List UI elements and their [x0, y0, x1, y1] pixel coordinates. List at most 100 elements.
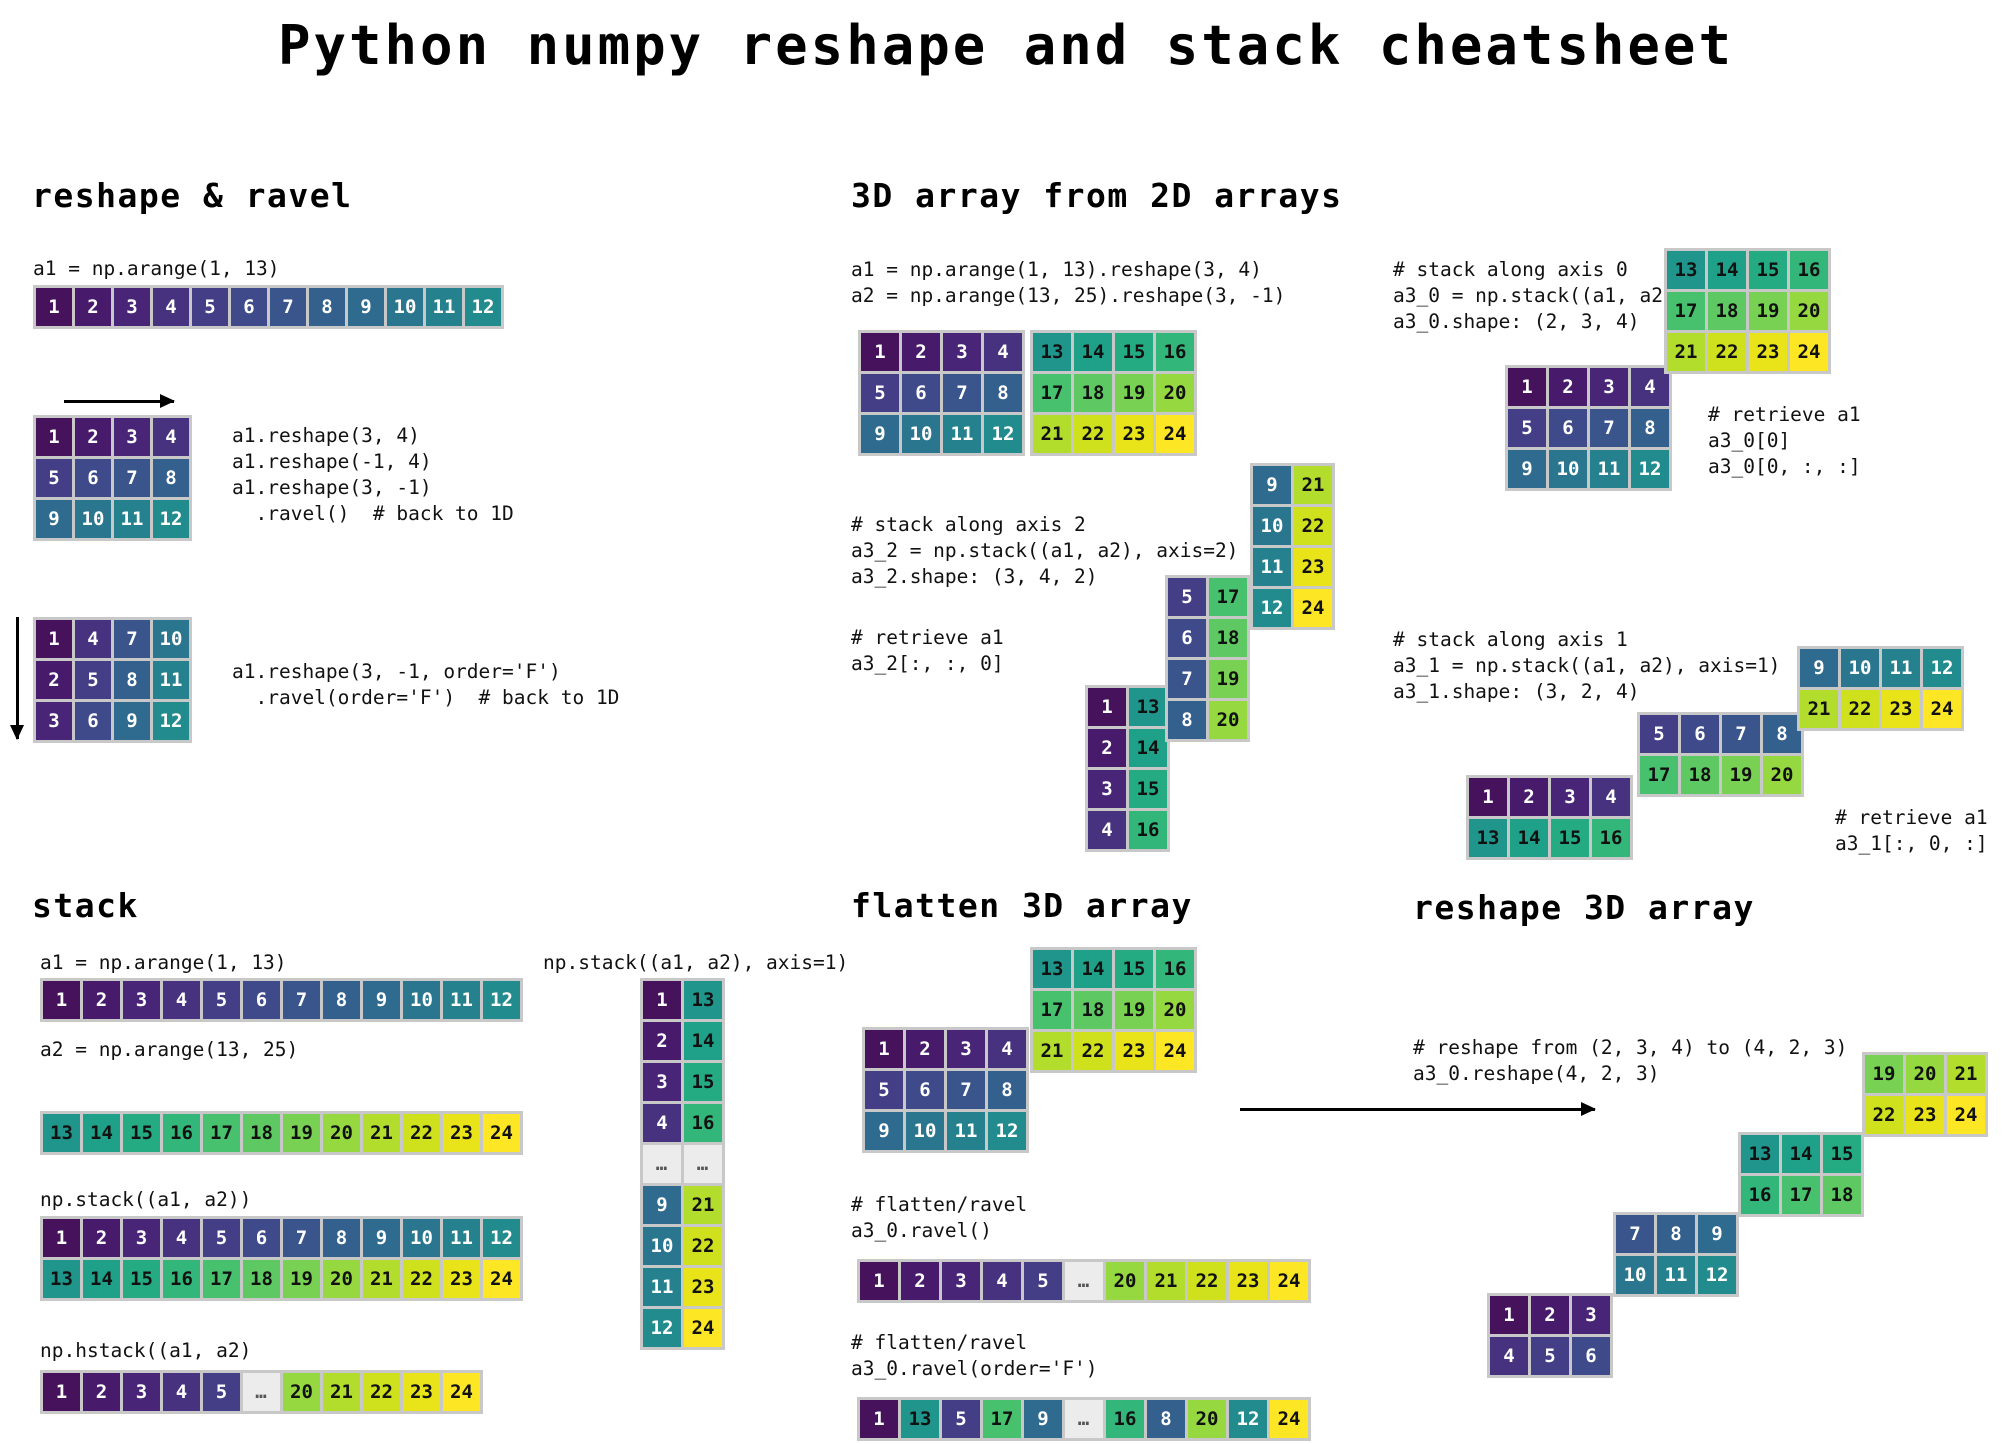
array-cell: 11	[426, 288, 462, 326]
array-cell: 16	[1592, 819, 1630, 857]
array-stack-a1-1d: 1 2 3 4 5 6 7 8 9 10 11 12	[40, 978, 523, 1022]
code-retrieve-a1-axis1: # retrieve a1 a3_1[:, 0, :]	[1835, 806, 1988, 855]
array-axis1-slab-row1: 5 6 7 8 17 18 19 20	[1637, 712, 1804, 797]
array-cell: 6	[1572, 1337, 1610, 1375]
array-cell: 11	[1590, 450, 1628, 488]
array-cell: 21	[1800, 690, 1838, 728]
array-cell: 20	[1156, 991, 1194, 1029]
array-cell: 22	[1865, 1096, 1903, 1134]
array-cell: 2	[1510, 778, 1548, 816]
array-cell: 11	[947, 1112, 985, 1150]
array-cell: 13	[684, 981, 722, 1019]
array-cell: 12	[1923, 649, 1961, 687]
array-cell: 9	[114, 702, 150, 740]
array-cell: 5	[36, 459, 72, 497]
array-cell: 21	[363, 1114, 400, 1152]
array-cell: 18	[243, 1260, 280, 1298]
array-cell: 3	[1590, 368, 1628, 406]
array-cell: 6	[1681, 715, 1719, 753]
array-cell: 23	[1115, 415, 1153, 453]
code-np-hstack: np.hstack((a1, a2)	[40, 1339, 252, 1362]
array-cell: 14	[1074, 333, 1112, 371]
array-cell: 1	[1469, 778, 1507, 816]
array-cell: 7	[270, 288, 306, 326]
code-np-stack: np.stack((a1, a2))	[40, 1188, 252, 1211]
array-cell: 20	[283, 1373, 320, 1411]
array-reshape3d-block3: 19 20 21 22 23 24	[1862, 1052, 1988, 1137]
array-cell: 20	[323, 1114, 360, 1152]
array-cell: 20	[1209, 701, 1247, 739]
array-stack-axis1-column: 1 13 2 14 3 15 4 16…… 9 21 10 22 11 23 12 24	[640, 978, 725, 1350]
array-cell: 10	[1616, 1256, 1654, 1294]
array-cell: 23	[684, 1268, 722, 1306]
array-cell: 14	[684, 1022, 722, 1060]
array-cell: 17	[1209, 578, 1247, 616]
array-cell: 17	[1640, 756, 1678, 794]
array-cell: 15	[1551, 819, 1589, 857]
array-cell: 18	[1823, 1176, 1861, 1214]
array-stack-2x12: 1 2 3 4 5 6 7 8 9 10 11 12 13 14 15 16 17 18 19 20 21 22 23 24	[40, 1216, 523, 1301]
array-cell: 18	[1681, 756, 1719, 794]
array-cell: 4	[1490, 1337, 1528, 1375]
array-cell: 7	[283, 981, 320, 1019]
array-cell: 4	[153, 418, 189, 456]
array-cell: 2	[901, 1262, 939, 1300]
array-cell: 9	[36, 500, 72, 538]
array-cell: 1	[1508, 368, 1546, 406]
array-cell: 3	[943, 333, 981, 371]
array-cell: 18	[1074, 991, 1112, 1029]
array-reshape3d-block0: 123 456	[1487, 1293, 1613, 1378]
array-cell: 24	[1294, 589, 1332, 627]
array-cell: 2	[1549, 368, 1587, 406]
array-cell: 1	[1088, 688, 1126, 726]
array-cell: 8	[323, 981, 360, 1019]
array-cell: 2	[1531, 1296, 1569, 1334]
array-cell: 14	[83, 1260, 120, 1298]
array-cell: 13	[1469, 819, 1507, 857]
array-cell: 9	[363, 1219, 400, 1257]
array-flatten-ravel-f: 1 13 5 17 9… 16 8 20 12 24	[857, 1397, 1311, 1441]
array-cell: 23	[1115, 1032, 1153, 1070]
array-axis1-slab-row2: 9 10 11 12 21 22 23 24	[1797, 646, 1964, 731]
array-cell: 2	[902, 333, 940, 371]
array-cell: 1	[860, 1262, 898, 1300]
code-3d-defs: a1 = np.arange(1, 13).reshape(3, 4) a2 =…	[851, 258, 1286, 307]
array-cell: 22	[684, 1227, 722, 1265]
array-cell: …	[643, 1145, 681, 1183]
array-cell: 12	[483, 981, 520, 1019]
array-a1-3x4: 1 2 3 4 5 6 7 8 9 10 11 12	[33, 415, 192, 541]
array-cell: 3	[1088, 770, 1126, 808]
array-cell: 24	[1790, 333, 1828, 371]
array-cell: 15	[1115, 950, 1153, 988]
array-cell: 15	[123, 1114, 160, 1152]
array-cell: 4	[163, 1219, 200, 1257]
array-cell: 8	[1763, 715, 1801, 753]
array-cell: 19	[1749, 292, 1787, 330]
array-cell: 17	[983, 1400, 1021, 1438]
array-cell: 10	[906, 1112, 944, 1150]
array-cell: 23	[443, 1260, 480, 1298]
array-cell: 2	[36, 661, 72, 699]
array-cell: 9	[861, 415, 899, 453]
array-axis0-a1: 1 2 3 4 5 6 7 8 9 10 11 12	[1505, 365, 1672, 491]
array-cell: 14	[83, 1114, 120, 1152]
array-cell: 22	[1188, 1262, 1226, 1300]
array-cell: 12	[1631, 450, 1669, 488]
array-cell: 6	[902, 374, 940, 412]
array-cell: 4	[1592, 778, 1630, 816]
array-cell: 9	[865, 1112, 903, 1150]
array-cell: 5	[75, 661, 111, 699]
array-cell: 5	[192, 288, 228, 326]
array-cell: 9	[348, 288, 384, 326]
array-cell: 20	[1763, 756, 1801, 794]
array-cell: 5	[1508, 409, 1546, 447]
array-a1-3x4-order-f: 1 4 7 10 2 5 8 11 3 6 9 12	[33, 617, 192, 743]
array-cell: 7	[1722, 715, 1760, 753]
array-cell: 6	[1549, 409, 1587, 447]
array-cell: 18	[243, 1114, 280, 1152]
array-cell: 13	[901, 1400, 939, 1438]
array-cell: 5	[865, 1071, 903, 1109]
array-cell: 15	[1749, 251, 1787, 289]
array-cell: 23	[1749, 333, 1787, 371]
array-cell: 1	[1490, 1296, 1528, 1334]
